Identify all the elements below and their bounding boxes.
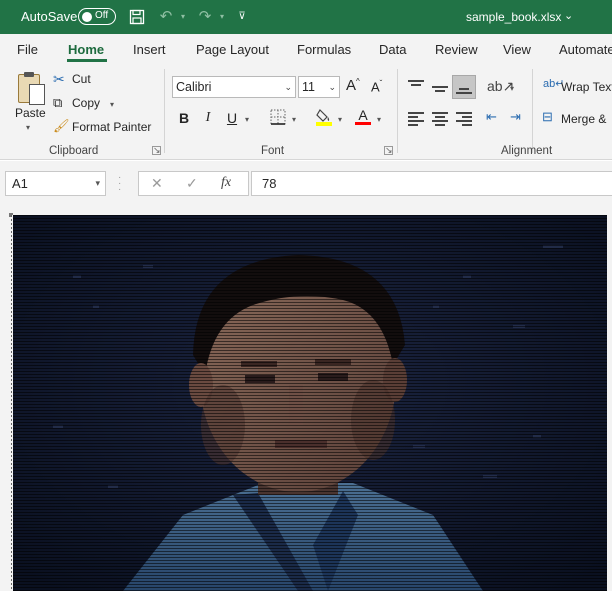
- align-left-icon[interactable]: [408, 112, 424, 126]
- fill-color-dropdown-icon[interactable]: ▾: [338, 115, 342, 124]
- clipboard-launcher-icon[interactable]: ↘: [152, 146, 161, 155]
- name-box[interactable]: A1 ▾: [5, 171, 106, 196]
- cell-row-lines: [13, 215, 607, 591]
- tab-automate[interactable]: Automate: [559, 42, 612, 57]
- merge-icon[interactable]: ⊟: [542, 109, 553, 125]
- autosave-toggle[interactable]: Off: [78, 8, 116, 25]
- tab-view[interactable]: View: [503, 42, 531, 57]
- paste-button[interactable]: Paste: [15, 106, 46, 120]
- tab-file[interactable]: File: [17, 42, 38, 57]
- tab-data[interactable]: Data: [379, 42, 406, 57]
- wrap-text-button[interactable]: Wrap Text: [561, 80, 612, 94]
- font-group-label: Font: [261, 145, 285, 157]
- autosave-state: Off: [95, 10, 109, 21]
- bold-button[interactable]: B: [176, 110, 192, 126]
- alignment-group-label: Alignment: [501, 145, 553, 157]
- orientation-dropdown-icon[interactable]: ▾: [510, 84, 514, 93]
- name-box-value: A1: [12, 176, 28, 191]
- formula-buttons: ✕ ✓ fx: [138, 171, 249, 196]
- formula-input[interactable]: 78: [251, 171, 612, 196]
- copy-dropdown-icon[interactable]: ▾: [110, 100, 114, 109]
- clipboard-clip: [24, 72, 34, 77]
- ribbon: Paste ▾ ✂ Cut ⧉ Copy ▾ 🖌 Format Painter …: [0, 65, 612, 160]
- autosave-label: AutoSave: [21, 9, 78, 24]
- redo-dropdown-icon[interactable]: ▾: [217, 7, 227, 27]
- tab-insert[interactable]: Insert: [133, 42, 166, 57]
- shrink-font-icon[interactable]: Aˇ: [371, 79, 382, 94]
- italic-button[interactable]: I: [200, 110, 216, 126]
- group-separator: [397, 69, 398, 153]
- font-color-dropdown-icon[interactable]: ▾: [377, 115, 381, 124]
- align-center-icon[interactable]: [432, 112, 448, 126]
- redo-icon[interactable]: ↷: [196, 7, 214, 27]
- font-launcher-icon[interactable]: ↘: [384, 146, 393, 155]
- increase-indent-icon[interactable]: ⇥: [510, 109, 521, 125]
- bottom-align-icon[interactable]: [456, 84, 472, 96]
- formula-value: 78: [262, 176, 277, 191]
- chevron-down-icon[interactable]: ⌄: [564, 9, 573, 22]
- clipboard-group-label: Clipboard: [49, 145, 99, 157]
- insert-function-icon[interactable]: fx: [221, 175, 231, 191]
- copy-button[interactable]: Copy: [72, 96, 100, 110]
- borders-dropdown-icon[interactable]: ▾: [292, 115, 296, 124]
- tab-review[interactable]: Review: [435, 42, 478, 57]
- font-name-combo[interactable]: Calibri ⌄: [172, 76, 296, 98]
- undo-icon[interactable]: ↶: [157, 7, 175, 27]
- tab-home[interactable]: Home: [68, 42, 104, 57]
- middle-align-icon[interactable]: [432, 82, 448, 94]
- enter-icon[interactable]: ✓: [186, 175, 198, 192]
- tab-formulas[interactable]: Formulas: [297, 42, 351, 57]
- formula-bar-area: A1 ▾ · · · ✕ ✓ fx 78: [0, 161, 612, 209]
- tab-page-layout[interactable]: Page Layout: [196, 42, 269, 57]
- grow-font-icon[interactable]: A^: [346, 77, 360, 94]
- format-painter-button[interactable]: Format Painter: [72, 120, 151, 134]
- paste-icon[interactable]: [16, 72, 46, 106]
- font-size-combo[interactable]: 11 ⌄: [298, 76, 340, 98]
- chevron-down-icon[interactable]: ▾: [95, 172, 100, 195]
- font-size-value: 11: [302, 80, 315, 94]
- copy-icon[interactable]: ⧉: [53, 95, 62, 111]
- save-icon[interactable]: [128, 7, 146, 27]
- format-painter-icon[interactable]: 🖌: [53, 118, 70, 134]
- cut-button[interactable]: Cut: [72, 72, 91, 86]
- file-title: sample_book.xlsx: [466, 10, 562, 24]
- cut-icon[interactable]: ✂: [53, 71, 65, 88]
- cancel-icon[interactable]: ✕: [151, 175, 163, 192]
- undo-dropdown-icon[interactable]: ▾: [178, 7, 188, 27]
- top-align-icon[interactable]: [408, 80, 424, 92]
- chevron-down-icon: ⌄: [284, 82, 292, 92]
- underline-dropdown-icon[interactable]: ▾: [245, 115, 249, 124]
- font-name-value: Calibri: [176, 80, 212, 94]
- toggle-knob: [82, 11, 92, 22]
- align-right-icon[interactable]: [456, 112, 472, 126]
- clipboard-sheet: [29, 84, 45, 105]
- underline-button[interactable]: U: [224, 110, 240, 126]
- active-tab-underline: [67, 59, 107, 62]
- splitter-dots-icon[interactable]: · · ·: [118, 173, 121, 195]
- group-separator: [532, 69, 533, 153]
- merge-center-button[interactable]: Merge &: [561, 112, 606, 126]
- decrease-indent-icon[interactable]: ⇤: [486, 109, 497, 125]
- worksheet-grid[interactable]: [0, 209, 612, 591]
- paste-dropdown-icon[interactable]: ▾: [26, 123, 30, 132]
- font-color-icon[interactable]: A: [355, 107, 371, 125]
- title-bar: AutoSave Off ↶ ▾ ↷ ▾ ⊽ sample_book.xlsx …: [0, 0, 612, 34]
- cell-pixel-image[interactable]: [13, 215, 607, 591]
- group-separator: [164, 69, 165, 153]
- borders-icon[interactable]: [270, 109, 286, 128]
- selection-border: [11, 215, 12, 591]
- customize-qat-icon[interactable]: ⊽: [235, 7, 249, 27]
- chevron-down-icon: ⌄: [328, 82, 336, 92]
- fill-color-icon[interactable]: [316, 108, 332, 129]
